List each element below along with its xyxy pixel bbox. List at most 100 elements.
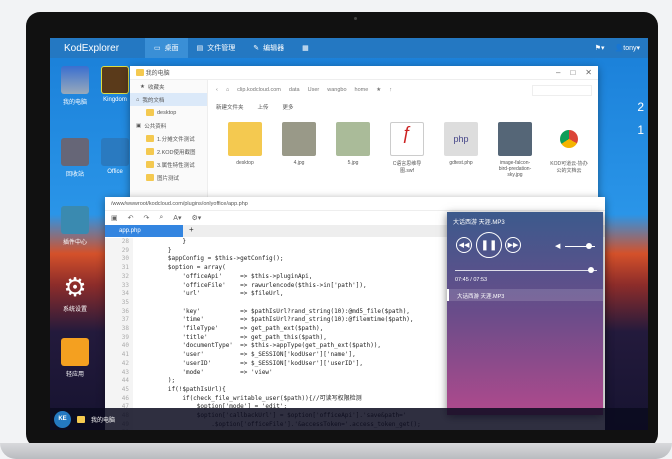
tree-item[interactable]: desktop (130, 106, 207, 119)
line-number: 40 (121, 342, 129, 350)
file-item[interactable]: php gdtest.php (441, 122, 481, 178)
line-number: 32 (121, 272, 129, 280)
nav-desktop[interactable]: ▭ 桌面 (145, 38, 188, 58)
nav-file-manager[interactable]: ▤ 文件管理 (188, 38, 245, 58)
music-player: 大话西游 天涯.MP3 ◀◀ ❚❚ ▶▶ ◀ 07:45 / 07:53 大话西… (447, 212, 603, 415)
code-line: if(!$pathIsUrl){ (139, 385, 226, 393)
tree-item[interactable]: ▣ 公共资料 (130, 119, 207, 132)
tab-app-php[interactable]: app.php (105, 225, 183, 237)
more-button[interactable]: 更多 (283, 103, 294, 111)
edit-icon: ✎ (253, 45, 260, 52)
prev-button[interactable]: ◀◀ (456, 237, 472, 253)
line-number: 35 (121, 298, 129, 306)
file-item[interactable]: KOD可道云-协办公的文档云 (549, 122, 589, 178)
folder-tree: ★ 收藏夹 ⌂ 我的文档 desktop ▣ 公共资料 1.分摊文件测试 2.KOD使… (130, 80, 208, 201)
desktop-icon-apps[interactable]: 轻应用 (55, 338, 95, 378)
code-line: 'documentType' => $this->appType(get_pat… (139, 342, 382, 350)
code-line: 'user' => $_SESSION['kodUser']['name'], (139, 351, 356, 359)
new-folder-button[interactable]: 新建文件夹 (216, 103, 244, 111)
redo-icon[interactable]: ↷ (144, 214, 150, 222)
code-line: 'key' => $pathIsUrl?rand_string(10):@md5… (139, 307, 410, 315)
line-gutter: 28 29 30 31 32 33 34 35 36 37 38 39 40 41 42 43 44 45 46 47… (105, 238, 133, 430)
search-input[interactable] (532, 84, 592, 96)
maximize-button[interactable]: □ (570, 68, 575, 77)
code-lines: } } $appConfig = $this->getConfig(); $op… (139, 238, 421, 430)
desktop-icon-plugin-center[interactable]: 插件中心 (55, 206, 95, 246)
tree-item[interactable]: 图片测试 (130, 171, 207, 184)
desktop-icon-office[interactable]: Office (95, 138, 135, 175)
files-icon: ▤ (196, 45, 204, 52)
volume-slider[interactable] (565, 243, 595, 249)
desktop-icon-settings[interactable]: ⚙ 系统设置 (55, 273, 95, 313)
close-button[interactable]: ✕ (585, 68, 592, 77)
pause-button[interactable]: ❚❚ (476, 232, 502, 258)
track-title: 大话西游 天涯.MP3 (453, 220, 505, 226)
logo[interactable]: KodExplorer (50, 43, 145, 54)
home-icon[interactable]: ⌂ (226, 87, 229, 93)
desktop-icon-kingdom[interactable]: Kingdom (95, 66, 135, 103)
nav-editor[interactable]: ✎ 编辑器 (244, 38, 293, 58)
window-title: 我的电脑 (145, 71, 170, 77)
search-icon[interactable]: ⌕ (159, 214, 163, 222)
taskbar-item[interactable]: 我的电脑 (91, 415, 115, 424)
tree-item[interactable]: 1.分摊文件测试 (130, 132, 207, 145)
start-button[interactable]: KE (54, 410, 71, 428)
star-icon[interactable]: ★ (376, 87, 381, 93)
nav-more[interactable]: ▦ (293, 38, 318, 58)
file-item[interactable]: desktop (225, 122, 265, 178)
file-grid: desktop 4.jpg 5.jpg ƒ C语言思维导图.swf php gdte… (225, 122, 589, 178)
next-button[interactable]: ▶▶ (505, 237, 521, 253)
tree-item[interactable]: 3.属性特性测试 (130, 158, 207, 171)
line-number: 31 (121, 264, 129, 272)
line-number: 39 (121, 333, 129, 341)
file-item[interactable]: ƒ C语言思维导图.swf (387, 122, 427, 178)
progress-slider[interactable] (455, 267, 597, 273)
upload-button[interactable]: 上传 (258, 103, 269, 111)
side-number: 2 (637, 100, 644, 114)
laptop-base (0, 443, 672, 459)
desktop-icon: ▭ (154, 45, 161, 52)
file-item[interactable]: 4.jpg (279, 122, 319, 178)
editor-path: /www/wwwroot/kodcloud.com/plugins/onlyof… (111, 200, 248, 207)
code-line: 'mode' => 'view' (139, 368, 273, 376)
undo-icon[interactable]: ↶ (128, 214, 134, 222)
desktop-icon-computer[interactable]: 我的电脑 (55, 66, 95, 106)
top-nav: KodExplorer ▭ 桌面 ▤ 文件管理 ✎ 编辑器 ▦ ⚑▾ 👤tony▾ (50, 38, 648, 58)
file-explorer-window: 我的电脑 – □ ✕ ★ 收藏夹 ⌂ 我的文档 desktop ▣ 公共资料 1.分摊文件… (130, 66, 598, 201)
code-line: 'title' => get_path_this($path), (139, 333, 327, 341)
playlist-item[interactable]: 大话西游 天涯.MP3 (447, 289, 603, 301)
code-line: $appConfig = $this->getConfig(); (139, 255, 284, 263)
file-item[interactable]: image-falcon-bird-predation-sky.jpg (495, 122, 535, 178)
up-icon[interactable]: ↑ (389, 87, 392, 93)
back-icon[interactable]: ‹ (216, 87, 218, 93)
user-menu[interactable]: 👤tony▾ (615, 44, 640, 52)
tree-item[interactable]: ⌂ 我的文档 (130, 93, 207, 106)
flag-icon[interactable]: ⚑▾ (595, 44, 605, 52)
line-number: 46 (121, 394, 129, 402)
line-number: 36 (121, 307, 129, 315)
line-number: 41 (121, 351, 129, 359)
folder-icon (136, 69, 144, 76)
add-tab-button[interactable]: + (183, 225, 200, 237)
line-number: 30 (121, 255, 129, 263)
address-bar[interactable]: ‹ ⌂ clip.kodcloud.com data User wangbo home ★ ↑ (216, 84, 592, 96)
code-line: 'url' => $fileUrl, (139, 290, 284, 298)
save-icon[interactable]: ▣ (111, 214, 118, 222)
time-display: 07:45 / 07:53 (455, 277, 488, 283)
code-line: $option = array( (139, 264, 226, 272)
minimize-button[interactable]: – (556, 68, 560, 77)
code-line: 'time' => $pathIsUrl?rand_string(10):@fi… (139, 316, 414, 324)
tree-item[interactable]: ★ 收藏夹 (130, 80, 207, 93)
code-line: 'fileType' => get_path_ext($path), (139, 325, 324, 333)
tree-item[interactable]: 2.KOD使用截图 (130, 145, 207, 158)
code-line: } (139, 238, 186, 245)
line-number: 42 (121, 359, 129, 367)
file-item[interactable]: 5.jpg (333, 122, 373, 178)
camera (354, 17, 357, 20)
line-number: 38 (121, 325, 129, 333)
font-icon[interactable]: A▾ (173, 214, 181, 222)
desktop-icon-recycle-bin[interactable]: 回收站 (55, 138, 95, 178)
settings-icon[interactable]: ⚙▾ (191, 214, 201, 222)
line-number: 34 (121, 290, 129, 298)
